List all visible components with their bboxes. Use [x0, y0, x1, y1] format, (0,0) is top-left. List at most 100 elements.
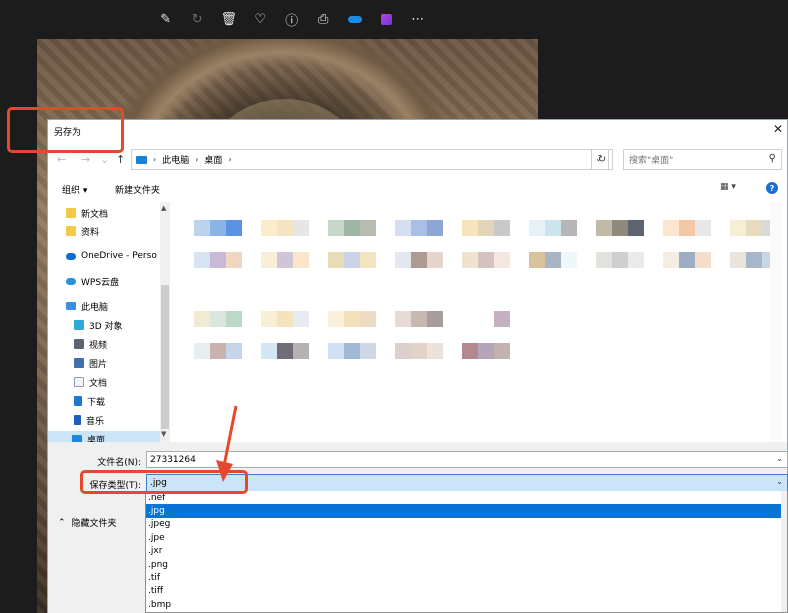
nav-item-label: 图片	[89, 359, 108, 370]
new-folder-button[interactable]: 新建文件夹	[115, 183, 160, 196]
annotation-arrow	[216, 405, 238, 482]
up-arrow-icon[interactable]: ↑	[116, 153, 125, 166]
forward-arrow-icon[interactable]: →	[81, 153, 90, 166]
more-icon[interactable]: ⋯	[402, 8, 434, 30]
edit-image-icon[interactable]: ✎	[150, 8, 182, 30]
nav-item-label: 桌面	[87, 435, 106, 443]
address-row: ← → ⌄ ↑ › 此电脑 › 桌面 › ⌄ ↻ 搜索"桌面" ⚲	[48, 149, 787, 173]
nav-item-label: 资料	[81, 227, 100, 238]
search-input[interactable]: 搜索"桌面" ⚲	[623, 149, 782, 170]
nav-item-videos[interactable]: 视频	[74, 336, 107, 352]
view-options-button[interactable]: ▦ ▾	[720, 182, 736, 192]
file-type-option[interactable]: .tiff	[146, 585, 787, 598]
video-editor-icon[interactable]	[371, 8, 403, 30]
organize-button[interactable]: 组织 ▾	[62, 183, 87, 196]
command-bar: 组织 ▾ 新建文件夹 ▦ ▾ ?	[48, 181, 787, 199]
file-type-option[interactable]: .bmp	[146, 598, 787, 611]
scroll-down-icon[interactable]: ▼	[161, 430, 166, 438]
chevron-up-icon: ⌃	[58, 517, 66, 528]
file-name-value: 27331264	[150, 454, 196, 465]
chevron-down-icon[interactable]: ⌄	[776, 477, 783, 486]
nav-item-label: 新文档	[81, 209, 109, 220]
search-placeholder: 搜索"桌面"	[629, 156, 674, 166]
recent-locations-icon[interactable]: ⌄	[100, 153, 109, 166]
scroll-up-icon[interactable]: ▲	[161, 204, 166, 212]
videos-icon	[74, 339, 84, 349]
onedrive-icon[interactable]	[339, 8, 371, 30]
folder-icon	[66, 226, 76, 236]
file-type-option[interactable]: .jxr	[146, 545, 787, 558]
rotate-icon[interactable]: ↻	[182, 8, 214, 30]
hide-folders-button[interactable]: ⌃ 隐藏文件夹	[58, 516, 117, 530]
nav-item-label: OneDrive - Perso	[81, 251, 157, 261]
nav-item-label: 3D 对象	[89, 321, 123, 332]
nav-item-label: 下载	[87, 397, 106, 408]
file-thumbnail[interactable]	[596, 212, 644, 284]
file-type-option[interactable]: .png	[146, 558, 787, 571]
file-list-scrollbar[interactable]	[770, 202, 782, 442]
file-thumbnail[interactable]	[462, 212, 510, 284]
breadcrumb-this-pc[interactable]: 此电脑	[162, 153, 189, 166]
nav-item-documents[interactable]: 文档	[74, 374, 107, 390]
file-thumbnail[interactable]	[529, 212, 577, 284]
chevron-down-icon[interactable]: ⌄	[776, 454, 783, 463]
this-pc-icon	[136, 155, 147, 164]
address-bar[interactable]: › 此电脑 › 桌面 › ⌄	[131, 149, 609, 170]
nav-item-new-docs[interactable]: 新文档	[66, 205, 108, 221]
file-thumbnail[interactable]	[462, 303, 510, 375]
nav-item-this-pc[interactable]: 此电脑	[66, 298, 108, 314]
file-thumbnail[interactable]	[730, 212, 770, 284]
file-type-option[interactable]: .tif	[146, 571, 787, 584]
file-thumbnail[interactable]	[395, 303, 443, 375]
nav-scrollbar-thumb[interactable]	[161, 285, 169, 429]
nav-item-pictures[interactable]: 图片	[74, 355, 107, 371]
annotation-title-highlight	[7, 107, 124, 153]
refresh-button[interactable]: ↻	[591, 149, 613, 170]
breadcrumb-desktop[interactable]: 桌面	[204, 153, 222, 166]
print-icon[interactable]: ⎙	[308, 8, 340, 30]
file-thumbnail[interactable]	[395, 212, 443, 284]
file-thumbnail[interactable]	[328, 212, 376, 284]
downloads-icon	[74, 396, 82, 406]
nav-item-desktop[interactable]: 桌面	[48, 431, 160, 442]
navigation-pane: 新文档 资料 OneDrive - Perso WPS云盘 此电脑 3D 对象 …	[48, 202, 170, 442]
nav-item-label: 文档	[89, 378, 108, 389]
breadcrumb-separator: ›	[195, 155, 199, 164]
nav-item-label: 视频	[89, 340, 108, 351]
help-icon[interactable]: ?	[766, 182, 778, 194]
documents-icon	[74, 377, 84, 387]
music-icon	[74, 415, 81, 425]
dropdown-scrollbar[interactable]	[781, 491, 787, 612]
folder-icon	[66, 208, 76, 218]
breadcrumb-separator: ›	[153, 155, 157, 164]
nav-item-label: WPS云盘	[81, 277, 120, 288]
close-icon[interactable]: ✕	[773, 122, 783, 136]
viewer-toolbar: ✎ ↻ 🗑 ♡ ⓘ ⎙ ⋯	[150, 8, 434, 30]
file-thumbnail[interactable]	[663, 212, 711, 284]
onedrive-cloud-icon	[66, 252, 76, 260]
file-list	[174, 202, 770, 442]
nav-item-onedrive[interactable]: OneDrive - Perso	[66, 248, 157, 264]
pictures-icon	[74, 358, 84, 368]
file-thumbnail[interactable]	[194, 303, 242, 375]
search-icon: ⚲	[768, 153, 776, 164]
breadcrumb-separator: ›	[228, 155, 232, 164]
file-type-option[interactable]: .jpeg	[146, 518, 787, 531]
info-icon[interactable]: ⓘ	[276, 8, 308, 30]
file-name-input[interactable]: 27331264 ⌄	[146, 451, 788, 468]
file-thumbnail[interactable]	[261, 212, 309, 284]
back-arrow-icon[interactable]: ←	[57, 153, 66, 166]
favorite-icon[interactable]: ♡	[245, 8, 277, 30]
nav-item-materials[interactable]: 资料	[66, 223, 99, 239]
file-type-option[interactable]: .jpe	[146, 531, 787, 544]
file-thumbnail[interactable]	[194, 212, 242, 284]
nav-item-downloads[interactable]: 下载	[74, 393, 105, 409]
file-type-option-selected[interactable]: .jpg	[146, 504, 787, 518]
file-thumbnail[interactable]	[261, 303, 309, 375]
file-thumbnail[interactable]	[328, 303, 376, 375]
nav-item-music[interactable]: 音乐	[74, 412, 104, 428]
nav-item-3d-objects[interactable]: 3D 对象	[74, 317, 123, 333]
nav-item-wps-cloud[interactable]: WPS云盘	[66, 273, 119, 289]
this-pc-icon	[66, 302, 76, 310]
delete-icon[interactable]: 🗑	[213, 8, 245, 30]
